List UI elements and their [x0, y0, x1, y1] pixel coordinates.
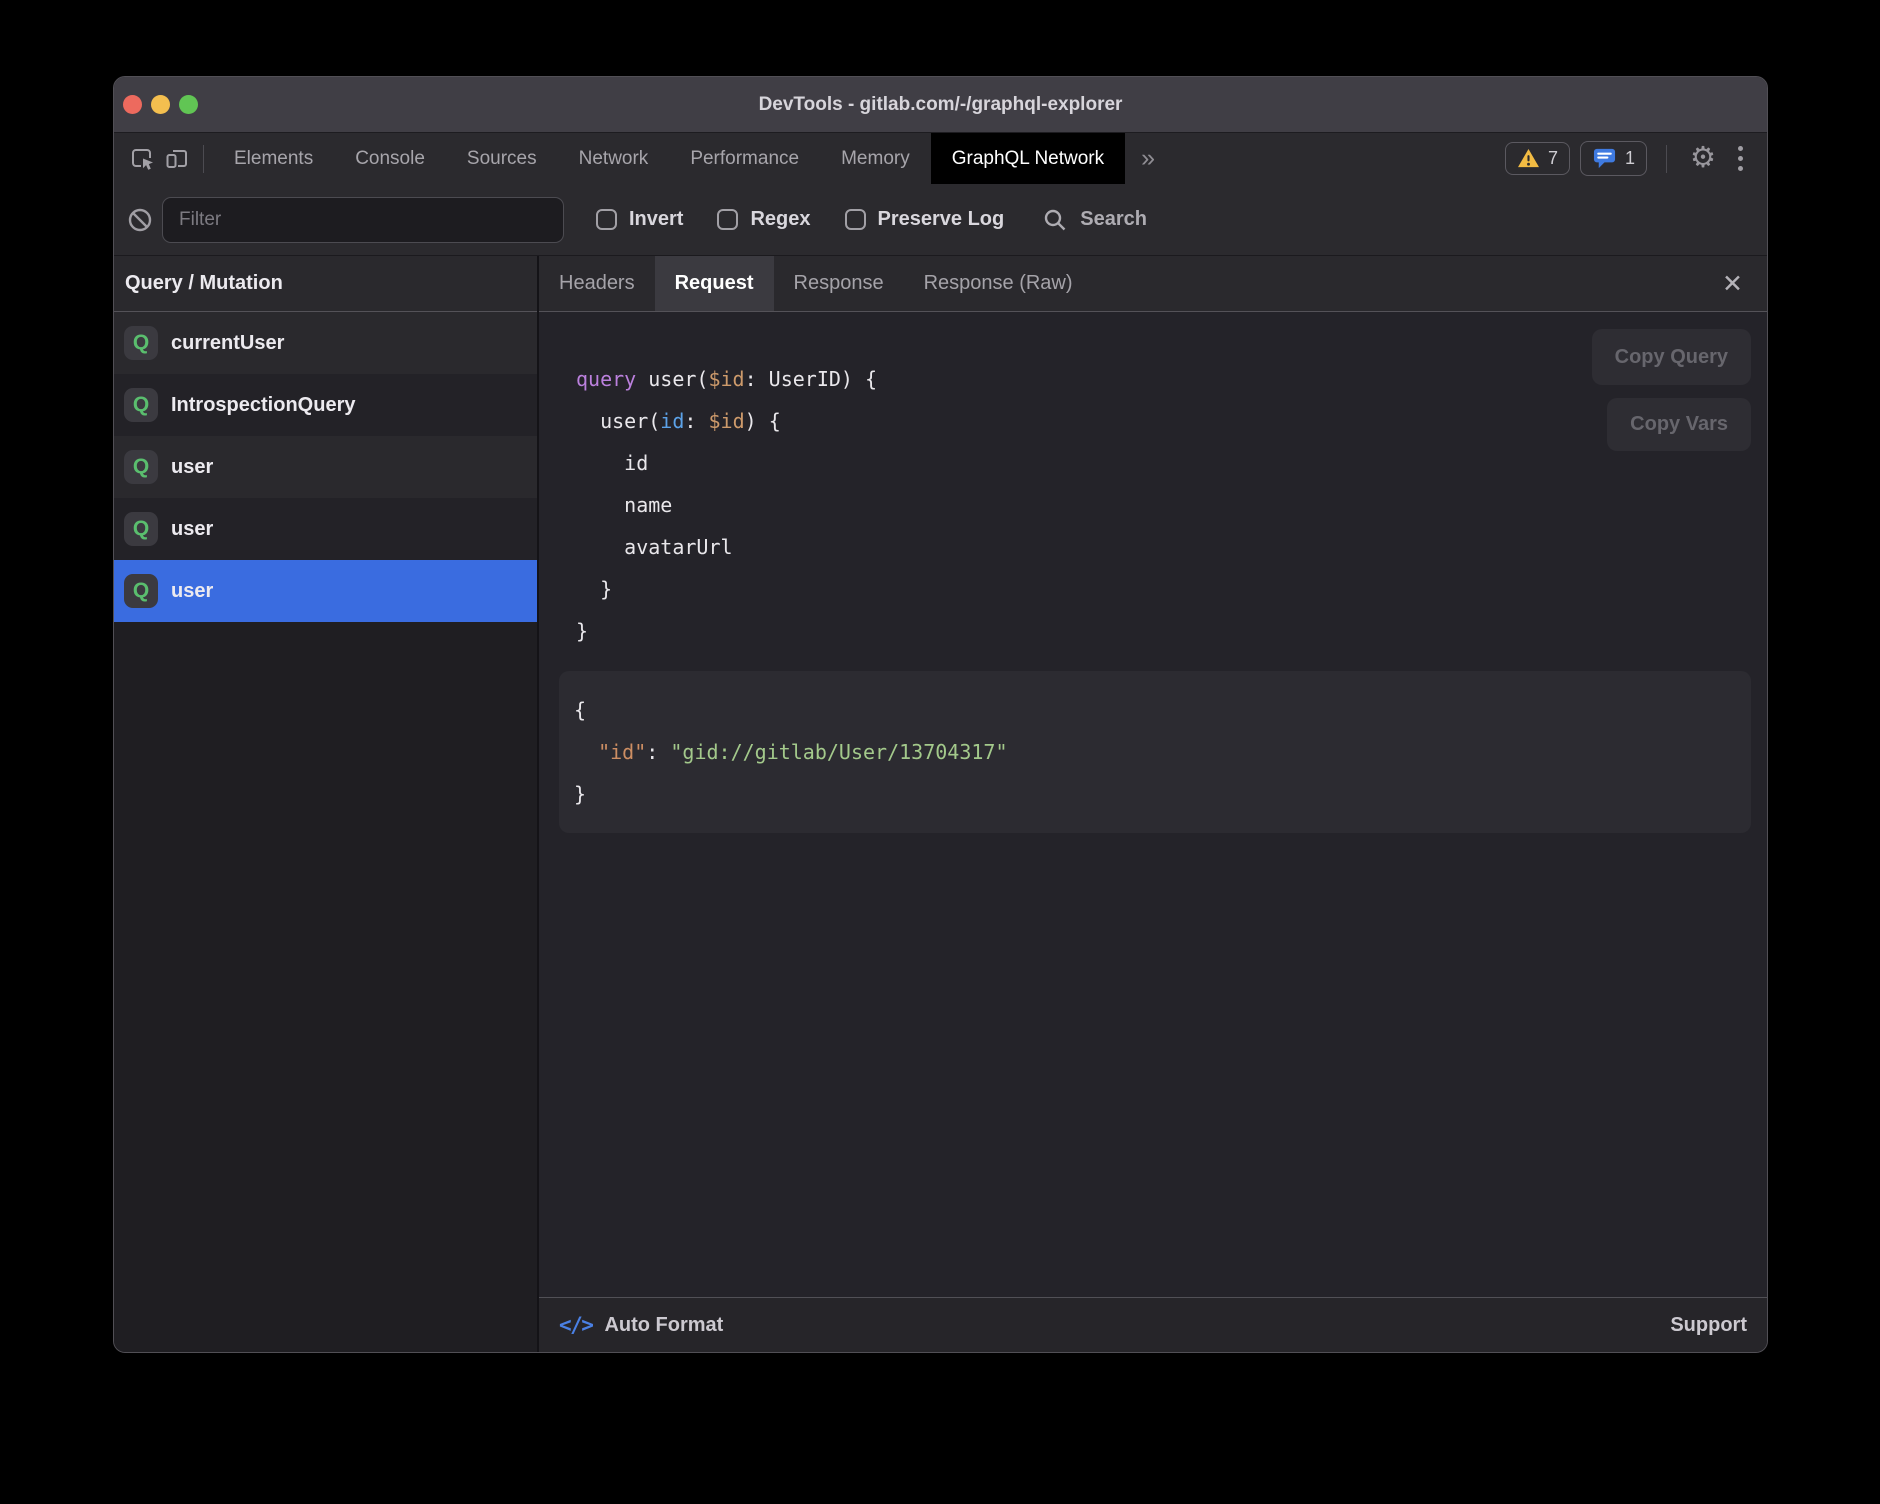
detail-tab-response[interactable]: Response [774, 256, 904, 311]
filter-bar: Invert Regex Preserve Log Search [114, 184, 1767, 256]
checkbox-preserve-log[interactable]: Preserve Log [845, 208, 1005, 231]
query-label: IntrospectionQuery [171, 394, 355, 417]
query-type-badge: Q [124, 574, 158, 608]
code-line: { [574, 689, 1735, 731]
warnings-badge[interactable]: 7 [1505, 142, 1570, 175]
checkbox-box-regex[interactable] [717, 209, 738, 230]
warning-icon [1517, 148, 1540, 169]
query-label: currentUser [171, 332, 284, 355]
code-line: } [576, 610, 1767, 652]
warning-count: 7 [1548, 148, 1558, 169]
detail-tab-headers[interactable]: Headers [539, 256, 655, 311]
checkbox-label: Preserve Log [878, 208, 1005, 231]
devtools-window: DevTools - gitlab.com/-/graphql-explorer… [113, 76, 1768, 1353]
query-list: QcurrentUserQIntrospectionQueryQuserQuse… [114, 312, 537, 622]
code-line: } [574, 773, 1735, 815]
detail-tab-response-raw[interactable]: Response (Raw) [904, 256, 1093, 311]
tab-sources[interactable]: Sources [446, 133, 558, 184]
kebab-menu-icon[interactable] [1730, 144, 1751, 174]
titlebar: DevTools - gitlab.com/-/graphql-explorer [114, 77, 1767, 133]
message-icon [1592, 147, 1617, 170]
support-link[interactable]: Support [1670, 1314, 1747, 1337]
code-line: query user($id: UserID) { [576, 358, 1767, 400]
search-icon [1042, 207, 1068, 233]
list-item-introspectionquery[interactable]: Q IntrospectionQuery [114, 374, 537, 436]
toolbar-divider [203, 145, 204, 173]
checkbox-label: Regex [750, 208, 810, 231]
device-toolbar-icon[interactable] [160, 142, 194, 176]
inspect-element-icon[interactable] [126, 142, 160, 176]
filter-input[interactable] [162, 197, 564, 243]
more-tabs-button[interactable]: » [1125, 133, 1171, 184]
devtools-toolbar: ElementsConsoleSourcesNetworkPerformance… [114, 133, 1767, 184]
clear-block-icon[interactable] [126, 206, 154, 234]
copy-buttons: Copy Query Copy Vars [1592, 329, 1751, 451]
settings-gear-icon[interactable]: ⚙ [1686, 144, 1720, 173]
copy-query-button[interactable]: Copy Query [1592, 329, 1751, 385]
query-type-badge: Q [124, 326, 158, 360]
tab-elements[interactable]: Elements [213, 133, 334, 184]
detail-tabs: HeadersRequestResponseResponse (Raw) ✕ [539, 256, 1767, 312]
checkbox-label: Invert [629, 208, 683, 231]
close-icon[interactable]: ✕ [1714, 267, 1751, 301]
tab-console[interactable]: Console [334, 133, 446, 184]
code-line: avatarUrl [576, 526, 1767, 568]
checkbox-box-invert[interactable] [596, 209, 617, 230]
code-line: name [576, 484, 1767, 526]
code-line: } [576, 568, 1767, 610]
toolbar-right: 7 1 ⚙ [1505, 133, 1767, 184]
list-item-user[interactable]: Quser [114, 498, 537, 560]
query-list-panel: Query / Mutation QcurrentUserQIntrospect… [114, 256, 537, 1352]
detail-panel: HeadersRequestResponseResponse (Raw) ✕ q… [539, 256, 1767, 1352]
variables-box: { "id": "gid://gitlab/User/13704317"} [559, 671, 1751, 833]
tab-memory[interactable]: Memory [820, 133, 931, 184]
request-code: query user($id: UserID) { user(id: $id) … [539, 312, 1767, 652]
filter-checkboxes: Invert Regex Preserve Log [596, 208, 1004, 231]
code-line: "id": "gid://gitlab/User/13704317" [574, 731, 1735, 773]
detail-tabs-list: HeadersRequestResponseResponse (Raw) [539, 256, 1093, 311]
checkbox-regex[interactable]: Regex [717, 208, 810, 231]
message-count: 1 [1625, 148, 1635, 169]
query-label: user [171, 580, 213, 603]
tab-performance[interactable]: Performance [669, 133, 820, 184]
code-line: user(id: $id) { [576, 400, 1767, 442]
query-type-badge: Q [124, 450, 158, 484]
query-type-badge: Q [124, 512, 158, 546]
tab-network[interactable]: Network [558, 133, 670, 184]
toolbar-left-icons [114, 133, 213, 184]
tab-graphql-network[interactable]: GraphQL Network [931, 133, 1125, 184]
query-label: user [171, 456, 213, 479]
list-item-user[interactable]: Quser [114, 560, 537, 622]
detail-footer: </> Auto Format Support [539, 1297, 1767, 1352]
toolbar-divider [1666, 145, 1667, 173]
checkbox-box-preserve-log[interactable] [845, 209, 866, 230]
issues-badge[interactable]: 1 [1580, 141, 1647, 176]
request-content: query user($id: UserID) { user(id: $id) … [539, 312, 1767, 1297]
code-format-icon: </> [559, 1313, 592, 1337]
checkbox-invert[interactable]: Invert [596, 208, 683, 231]
variables-code: { "id": "gid://gitlab/User/13704317"} [574, 689, 1735, 815]
code-line: id [576, 442, 1767, 484]
window-title: DevTools - gitlab.com/-/graphql-explorer [114, 94, 1767, 116]
query-list-header: Query / Mutation [114, 256, 537, 312]
toolbar-tabs: ElementsConsoleSourcesNetworkPerformance… [213, 133, 1125, 184]
auto-format-button[interactable]: Auto Format [604, 1314, 723, 1337]
search-group[interactable]: Search [1042, 207, 1147, 233]
list-item-currentuser[interactable]: QcurrentUser [114, 312, 537, 374]
query-label: user [171, 518, 213, 541]
copy-vars-button[interactable]: Copy Vars [1607, 398, 1751, 451]
detail-tab-request[interactable]: Request [655, 256, 774, 311]
list-item-user[interactable]: Quser [114, 436, 537, 498]
main-split: Query / Mutation QcurrentUserQIntrospect… [114, 256, 1767, 1352]
search-label: Search [1080, 208, 1147, 231]
query-type-badge: Q [124, 388, 158, 422]
